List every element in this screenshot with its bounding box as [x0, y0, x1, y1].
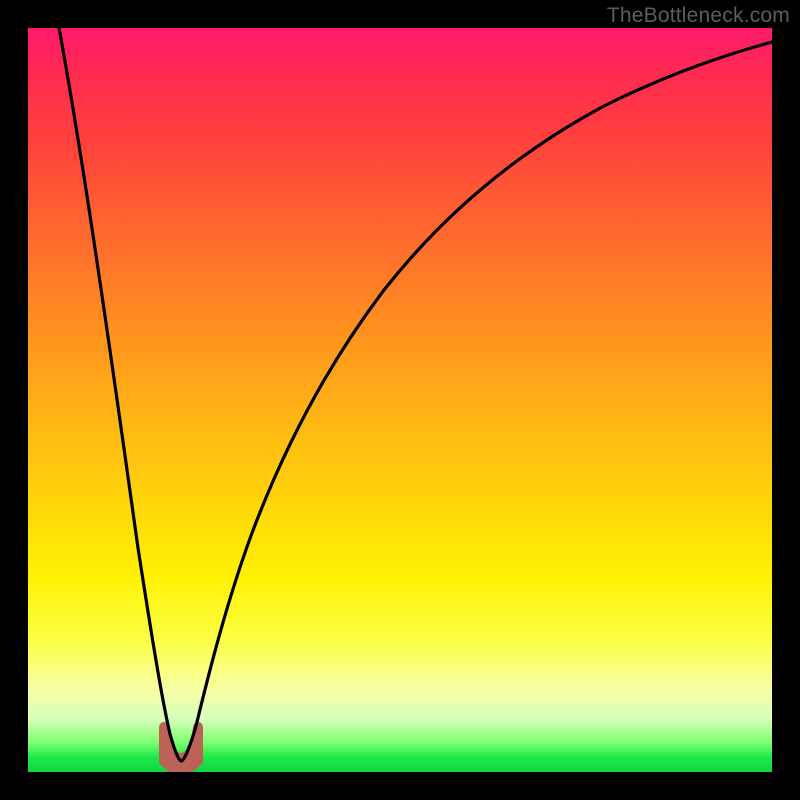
plot-area — [28, 28, 772, 772]
watermark-text: TheBottleneck.com — [607, 4, 790, 28]
bottleneck-curve — [28, 28, 772, 772]
curve-path — [59, 28, 772, 761]
outer-frame: TheBottleneck.com — [0, 0, 800, 800]
